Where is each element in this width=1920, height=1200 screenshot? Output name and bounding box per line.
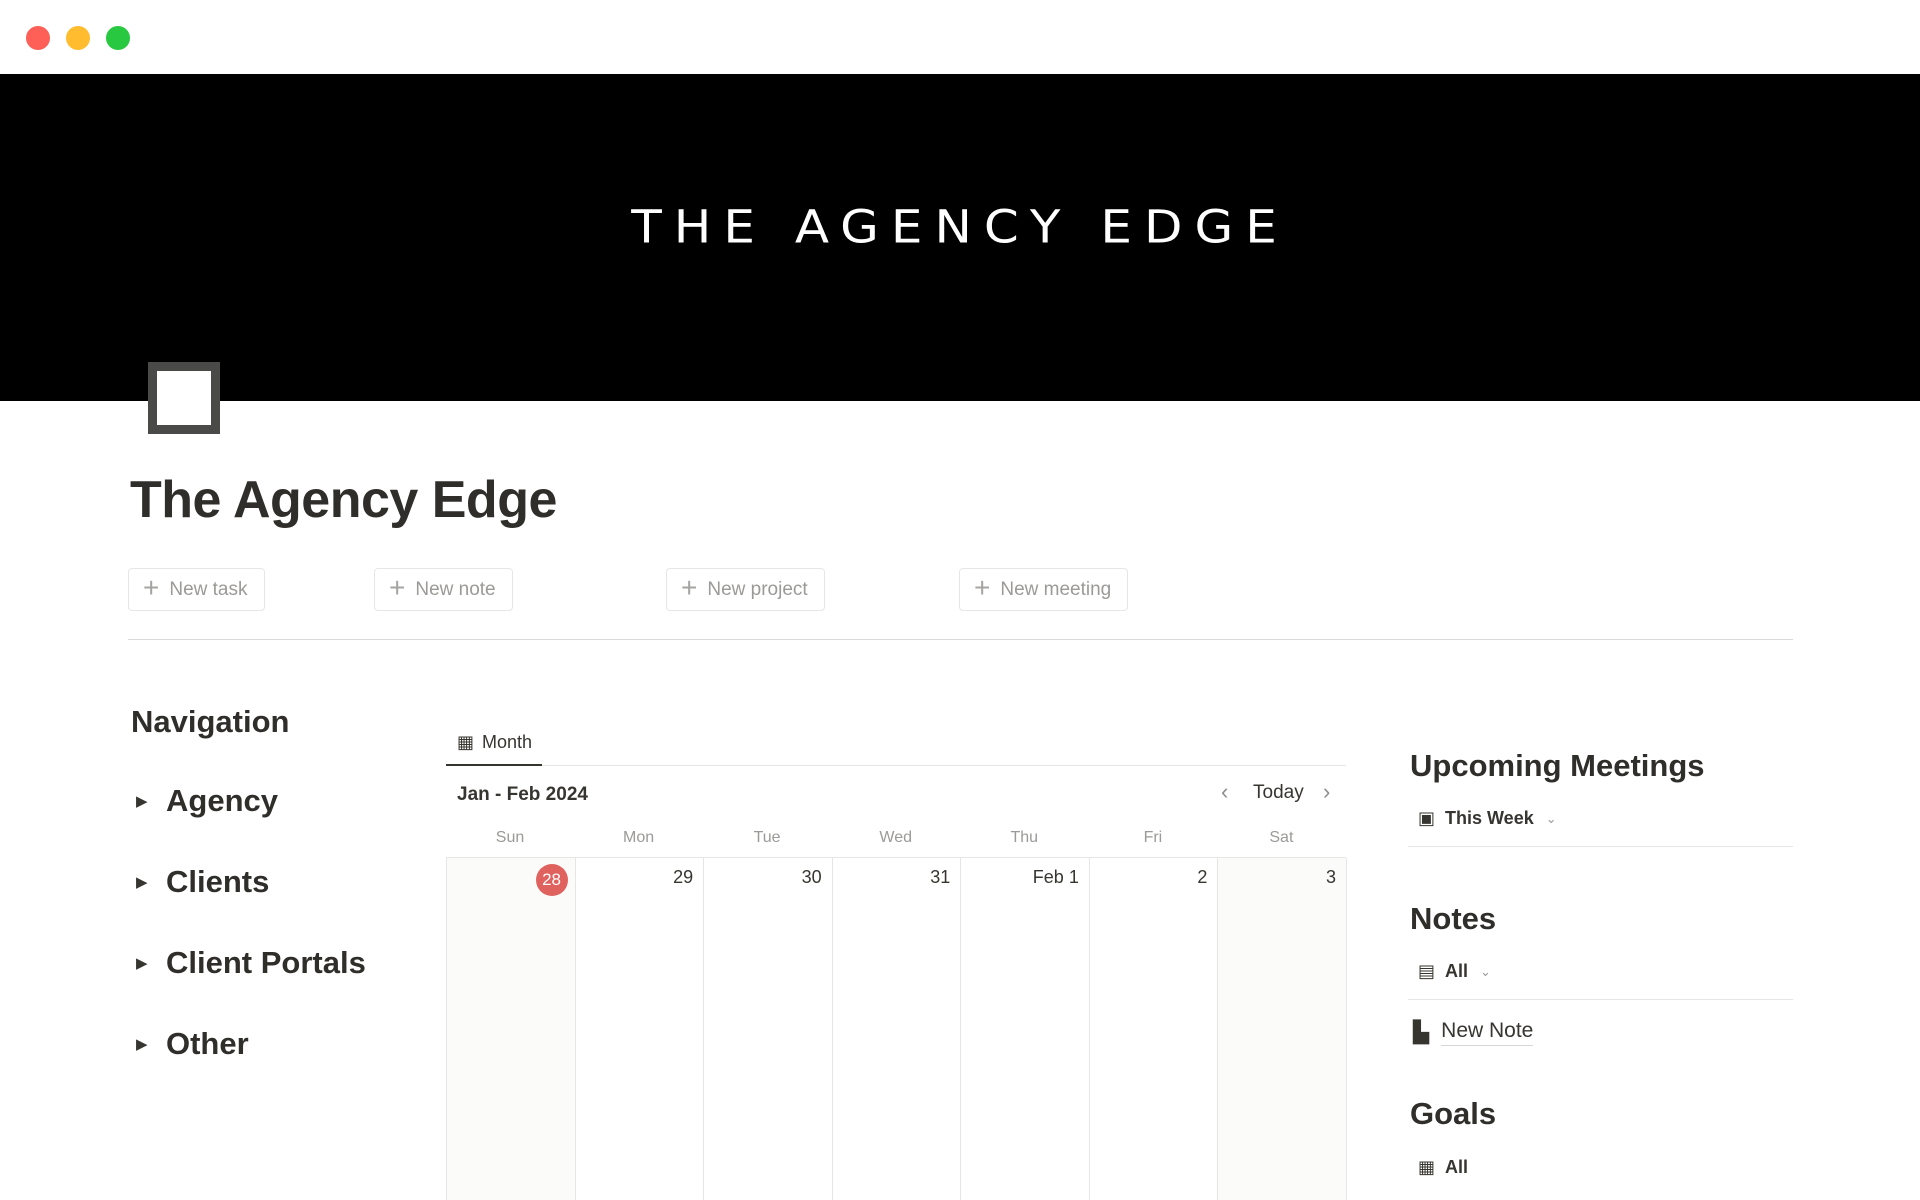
section-divider — [128, 639, 1793, 640]
new-meeting-label: New meeting — [1000, 578, 1112, 600]
new-project-label: New project — [707, 578, 808, 600]
minimize-window-button[interactable] — [66, 26, 90, 50]
notes-view-selector[interactable]: ▤ All ⌄ — [1418, 961, 1491, 982]
new-task-button[interactable]: + New task — [128, 568, 265, 611]
calendar-grid: 28 29 30 31 Feb 1 2 3 — [446, 857, 1347, 1200]
weekday-header: Thu — [1010, 829, 1039, 846]
calendar-icon: ▣ — [1418, 808, 1436, 828]
new-task-label: New task — [169, 578, 248, 600]
new-note-label: New note — [415, 578, 496, 600]
weekday-header: Tue — [753, 829, 781, 846]
calendar-day-cell[interactable]: 28 — [447, 858, 576, 1200]
calendar-day-cell[interactable]: 3 — [1218, 858, 1347, 1200]
plus-icon: + — [389, 572, 406, 603]
day-number: 2 — [1197, 867, 1208, 887]
weekday-header: Sat — [1269, 829, 1294, 846]
nav-toggle-client-portals[interactable]: ▶ Client Portals — [136, 945, 366, 981]
nav-toggle-other[interactable]: ▶ Other — [136, 1026, 249, 1062]
chevron-down-icon: ⌄ — [1480, 963, 1491, 979]
calendar-range: Jan - Feb 2024 — [457, 784, 588, 805]
view-label: All — [1445, 961, 1469, 981]
gallery-icon: ▦ — [1418, 1157, 1436, 1177]
nav-toggle-label: Agency — [166, 783, 278, 818]
document-icon: ▙ — [1413, 1021, 1430, 1044]
note-list-item[interactable]: ▙ New Note — [1413, 1019, 1534, 1046]
calendar-icon: ▦ — [457, 731, 475, 752]
chevron-left-icon[interactable]: ‹ — [1221, 779, 1228, 805]
nav-toggle-label: Clients — [166, 864, 270, 899]
goals-heading: Goals — [1410, 1096, 1497, 1131]
plus-icon: + — [143, 572, 160, 603]
view-label: This Week — [1445, 808, 1534, 828]
today-badge: 28 — [535, 864, 568, 896]
weekday-header: Mon — [623, 829, 655, 846]
notes-heading: Notes — [1410, 901, 1497, 936]
view-label: All — [1445, 1157, 1469, 1177]
calendar-day-cell[interactable]: 2 — [1090, 858, 1219, 1200]
day-number: 3 — [1325, 867, 1336, 887]
page-icon-square[interactable] — [148, 362, 220, 434]
day-number: 31 — [930, 867, 951, 887]
chevron-right-icon[interactable]: › — [1323, 779, 1330, 805]
weekday-header: Wed — [879, 829, 912, 846]
view-underline — [1408, 846, 1793, 847]
today-button[interactable]: Today — [1253, 782, 1304, 804]
triangle-right-icon: ▶ — [136, 793, 148, 810]
calendar-day-cell[interactable]: 31 — [833, 858, 962, 1200]
cover-image: THE AGENCY EDGE — [0, 74, 1920, 401]
new-meeting-button[interactable]: + New meeting — [959, 568, 1129, 611]
maximize-window-button[interactable] — [106, 26, 130, 50]
navigation-heading: Navigation — [131, 704, 290, 739]
calendar-day-cell[interactable]: Feb 1 — [961, 858, 1090, 1200]
goals-view-selector[interactable]: ▦ All — [1418, 1157, 1468, 1178]
tab-month[interactable]: ▦ Month — [446, 720, 543, 766]
calendar-day-cell[interactable]: 30 — [704, 858, 833, 1200]
note-title: New Note — [1441, 1019, 1534, 1046]
archive-icon: ▤ — [1418, 961, 1436, 981]
upcoming-meetings-heading: Upcoming Meetings — [1410, 748, 1705, 783]
page-title: The Agency Edge — [130, 471, 557, 529]
triangle-right-icon: ▶ — [136, 1036, 148, 1053]
weekday-header: Fri — [1143, 829, 1163, 846]
cover-title: THE AGENCY EDGE — [631, 200, 1289, 254]
nav-toggle-label: Client Portals — [166, 945, 366, 980]
day-number: Feb 1 — [1032, 867, 1079, 887]
triangle-right-icon: ▶ — [136, 874, 148, 891]
close-window-button[interactable] — [26, 26, 50, 50]
weekday-header: Sun — [495, 829, 525, 846]
view-underline — [1408, 999, 1793, 1000]
nav-toggle-clients[interactable]: ▶ Clients — [136, 864, 269, 900]
plus-icon: + — [681, 572, 698, 603]
calendar-view-tabs: ▦ Month — [446, 720, 1346, 766]
upcoming-meetings-view-selector[interactable]: ▣ This Week ⌄ — [1418, 808, 1557, 829]
triangle-right-icon: ▶ — [136, 955, 148, 972]
day-number: 29 — [673, 867, 694, 887]
new-project-button[interactable]: + New project — [666, 568, 825, 611]
day-number: 30 — [801, 867, 822, 887]
plus-icon: + — [974, 572, 991, 603]
nav-toggle-label: Other — [166, 1026, 249, 1061]
chevron-down-icon: ⌄ — [1545, 810, 1557, 826]
nav-toggle-agency[interactable]: ▶ Agency — [136, 783, 278, 819]
window-titlebar — [0, 0, 1920, 74]
calendar-day-cell[interactable]: 29 — [576, 858, 705, 1200]
new-note-button[interactable]: + New note — [374, 568, 513, 611]
tab-month-label: Month — [482, 731, 533, 752]
